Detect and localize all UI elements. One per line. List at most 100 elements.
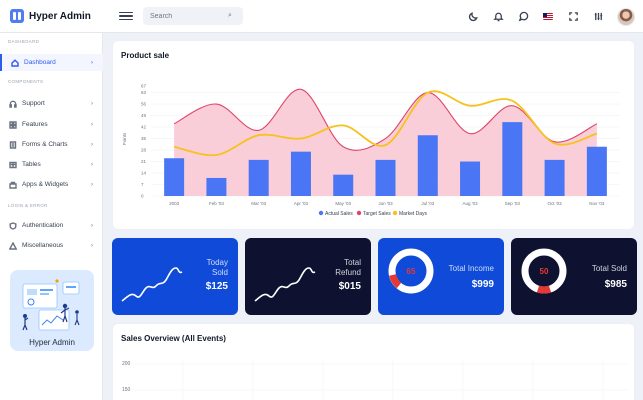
x-tick-label: Feb '03: [209, 201, 224, 206]
promo-card[interactable]: Hyper Admin: [10, 270, 94, 351]
section-label-dashboard: DASHBOARD: [8, 39, 40, 44]
sidebar-item-label: Apps & Widgets: [22, 181, 69, 188]
bar-actual-sales[interactable]: [206, 177, 227, 196]
bar-actual-sales[interactable]: [333, 174, 354, 196]
sidebar-item-miscellaneous[interactable]: Miscellaneous ›: [0, 237, 103, 254]
chevron-right-icon: ›: [91, 181, 93, 188]
sidebar-item-label: Features: [22, 121, 48, 128]
sidebar-item-label: Dashboard: [24, 59, 56, 66]
bell-icon[interactable]: [492, 11, 504, 23]
legend-label: Target Sales: [363, 211, 391, 217]
search-input[interactable]: [150, 12, 228, 20]
stat-label: Total Refund: [335, 258, 361, 278]
product-sale-card: Product sale 0 7 14 21 28 35 42 49 56 63 67 2003 Fe…: [112, 40, 635, 230]
settings-sliders-icon[interactable]: [592, 11, 604, 23]
brand[interactable]: Hyper Admin: [0, 0, 103, 33]
chevron-right-icon: ›: [91, 59, 93, 66]
sidebar-item-dashboard[interactable]: Dashboard ›: [0, 54, 103, 71]
legend-item[interactable]: Market Days: [392, 210, 428, 217]
stat-label-line1: Total: [344, 258, 361, 267]
stat-value: $999: [471, 279, 494, 290]
x-tick-label: Jul '03: [421, 201, 434, 206]
sidebar-item-features[interactable]: Features ›: [0, 116, 103, 133]
chat-icon[interactable]: [517, 11, 529, 23]
donut-value: 65: [407, 267, 416, 276]
bar-actual-sales[interactable]: [290, 151, 311, 196]
chevron-right-icon: ›: [91, 141, 93, 148]
sidebar-item-authentication[interactable]: Authentication ›: [0, 217, 103, 234]
bar-actual-sales[interactable]: [375, 159, 396, 196]
top-bar: Hyper Admin ⌕: [0, 0, 643, 33]
forms-icon: [9, 140, 17, 149]
donut-value: 50: [540, 267, 549, 276]
stat-card-total-income[interactable]: 65 Total Income $999: [378, 238, 504, 315]
y-tick-label: 42: [141, 125, 147, 130]
sidebar-item-label: Forms & Charts: [22, 141, 68, 148]
section-label-components: COMPONENTS: [8, 79, 44, 84]
grid-icon: [9, 120, 17, 129]
stat-card-total-sold[interactable]: 50 Total Sold $985: [511, 238, 637, 315]
legend-marker: [392, 210, 398, 216]
bar-actual-sales[interactable]: [586, 146, 607, 196]
sidebar: DASHBOARD Dashboard › COMPONENTS Support…: [0, 33, 103, 400]
x-tick-label: Sep '03: [505, 201, 521, 206]
x-tick-label: Jun '03: [378, 201, 393, 206]
chevron-right-icon: ›: [91, 222, 93, 229]
avatar[interactable]: [617, 7, 635, 26]
flag-icon[interactable]: [542, 11, 554, 23]
sidebar-item-label: Tables: [22, 161, 41, 168]
fullscreen-icon[interactable]: [567, 11, 579, 23]
x-tick-label: Oct '03: [548, 201, 563, 206]
chevron-right-icon: ›: [91, 242, 93, 249]
brand-name: Hyper Admin: [29, 10, 91, 22]
y-tick-label: 28: [141, 148, 147, 153]
y-tick-label: 14: [141, 171, 147, 176]
sidebar-item-forms-charts[interactable]: Forms & Charts ›: [0, 136, 103, 153]
y-tick-label: 35: [141, 136, 147, 141]
legend-item[interactable]: Target Sales: [356, 210, 391, 217]
bar-actual-sales[interactable]: [164, 158, 185, 196]
legend-label: Market Days: [399, 211, 428, 217]
legend-item[interactable]: Actual Sales: [318, 210, 353, 217]
x-tick-label: Apr '03: [294, 201, 309, 206]
stat-label-line2: Sold: [211, 268, 228, 277]
table-icon: [9, 161, 17, 169]
x-tick-label: Aug '03: [462, 201, 478, 206]
sidebar-item-label: Support: [22, 100, 45, 107]
search-icon[interactable]: ⌕: [228, 12, 232, 20]
bar-actual-sales[interactable]: [502, 122, 523, 196]
top-icons: [467, 0, 635, 33]
y-tick-label: 21: [141, 159, 147, 164]
bar-actual-sales[interactable]: [544, 159, 565, 196]
sidebar-item-support[interactable]: Support ›: [0, 95, 103, 112]
donut-chart: 50: [521, 248, 567, 294]
stat-label: Total Sold: [591, 264, 627, 273]
legend-label: Actual Sales: [325, 211, 353, 217]
y-tick-label: 49: [141, 113, 147, 118]
stat-label-line2: Refund: [335, 268, 361, 277]
sidebar-item-label: Authentication: [22, 222, 64, 229]
stat-card-today-sold[interactable]: Today Sold $125: [112, 238, 238, 315]
chevron-right-icon: ›: [91, 161, 93, 168]
moon-icon[interactable]: [467, 11, 479, 23]
search-box[interactable]: ⌕: [143, 7, 243, 25]
bar-actual-sales[interactable]: [248, 159, 269, 196]
chevron-right-icon: ›: [91, 100, 93, 107]
bar-actual-sales[interactable]: [460, 161, 481, 196]
y-tick-label: 0: [141, 194, 144, 199]
legend-marker: [356, 210, 362, 216]
bar-actual-sales[interactable]: [417, 135, 438, 196]
y-tick-label: 56: [141, 102, 147, 107]
hamburger-menu-icon[interactable]: [119, 9, 133, 23]
home-icon: [11, 58, 19, 67]
sidebar-item-apps-widgets[interactable]: Apps & Widgets ›: [0, 176, 103, 193]
brand-logo-icon: [10, 9, 24, 23]
x-tick-label: 2003: [169, 201, 180, 206]
sidebar-item-tables[interactable]: Tables ›: [0, 156, 103, 173]
y-tick-label: 150: [122, 387, 131, 393]
sales-overview-card: Sales Overview (All Events) 200 150: [112, 323, 635, 400]
chevron-right-icon: ›: [91, 121, 93, 128]
section-label-login: LOGIN & ERROR: [8, 203, 48, 208]
stat-card-total-refund[interactable]: Total Refund $015: [245, 238, 371, 315]
legend-marker: [318, 210, 324, 216]
